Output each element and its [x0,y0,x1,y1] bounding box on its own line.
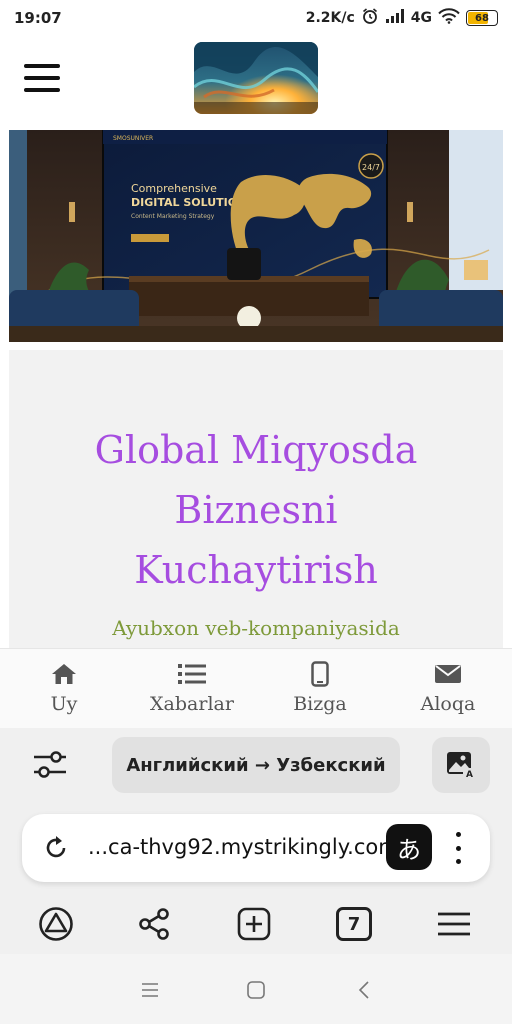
menu-icon[interactable] [24,64,60,92]
menu-lines-icon[interactable] [434,904,474,944]
tabs-count: 7 [336,907,372,941]
headline-line: Kuchaytirish [134,548,378,592]
share-icon[interactable] [134,904,174,944]
reload-icon[interactable] [42,834,70,862]
hero-line1: Comprehensive [131,182,217,195]
nav-label: Bizga [293,693,347,715]
nav-label: Xabarlar [150,693,234,715]
status-bar: 19:07 2.2K/c 4G 68 [0,0,512,36]
url-text[interactable]: ...ca-thvg92.mystrikingly.com [88,835,399,859]
hero-badge: 24/7 [362,163,380,172]
back-icon[interactable] [352,978,376,1002]
image-translate-icon[interactable]: A [432,737,490,793]
headline-line: Biznesni [174,488,338,532]
address-bar-area: ...ca-thvg92.mystrikingly.com あ [0,802,512,896]
wifi-icon [438,8,460,28]
android-nav-bar [0,954,512,1024]
alarm-icon [361,7,379,29]
mail-icon [435,661,461,687]
nav-item-uy[interactable]: Uy [0,649,128,729]
home-button-icon[interactable] [244,978,268,1002]
site-bottom-nav: Uy Xabarlar Bizga Aloqa [0,648,512,729]
battery-level: 68 [475,12,489,24]
office-world-map-image: SMOSUNIVER Comprehensive DIGITAL SOLUTIO… [9,130,503,342]
list-icon [178,661,206,687]
network-type: 4G [410,10,432,26]
nav-item-xabarlar[interactable]: Xabarlar [128,649,256,729]
language-pair-button[interactable]: Английский → Узбекский [112,737,400,793]
sliders-icon[interactable] [32,750,68,780]
nav-item-bizga[interactable]: Bizga [256,649,384,729]
address-bar[interactable]: ...ca-thvg92.mystrikingly.com あ [22,814,490,882]
svg-text:A: A [466,770,473,780]
phone-icon [311,661,329,687]
page-headline: Global Miqyosda Biznesni Kuchaytirish [9,420,503,600]
content-card: Global Miqyosda Biznesni Kuchaytirish Ay… [9,350,503,648]
home-icon [51,661,77,687]
recent-apps-icon[interactable] [138,978,162,1002]
abstract-logo-image [194,42,318,114]
site-header [0,36,512,128]
browser-toolbar: 7 [0,896,512,954]
new-tab-icon[interactable] [234,904,274,944]
status-time: 19:07 [14,9,62,27]
more-vertical-icon[interactable] [450,832,466,864]
nav-item-aloqa[interactable]: Aloqa [384,649,512,729]
site-logo[interactable] [194,42,318,114]
status-indicators: 2.2K/c 4G 68 [306,8,498,28]
net-speed: 2.2K/c [305,10,355,26]
nav-label: Uy [50,693,78,715]
hero-line3: Content Marketing Strategy [131,213,215,220]
nav-label: Aloqa [420,693,476,715]
hero-brand: SMOSUNIVER [113,135,153,142]
tabs-button[interactable]: 7 [334,904,374,944]
translate-icon[interactable]: あ [386,824,432,870]
hero-image: SMOSUNIVER Comprehensive DIGITAL SOLUTIO… [9,130,503,342]
page-subheadline: Ayubxon veb-kompaniyasida [112,616,400,640]
headline-line: Global Miqyosda [94,428,418,472]
signal-icon [385,8,405,28]
alice-icon[interactable] [36,904,76,944]
battery-icon: 68 [466,10,498,26]
translate-bar: Английский → Узбекский A [0,728,512,802]
